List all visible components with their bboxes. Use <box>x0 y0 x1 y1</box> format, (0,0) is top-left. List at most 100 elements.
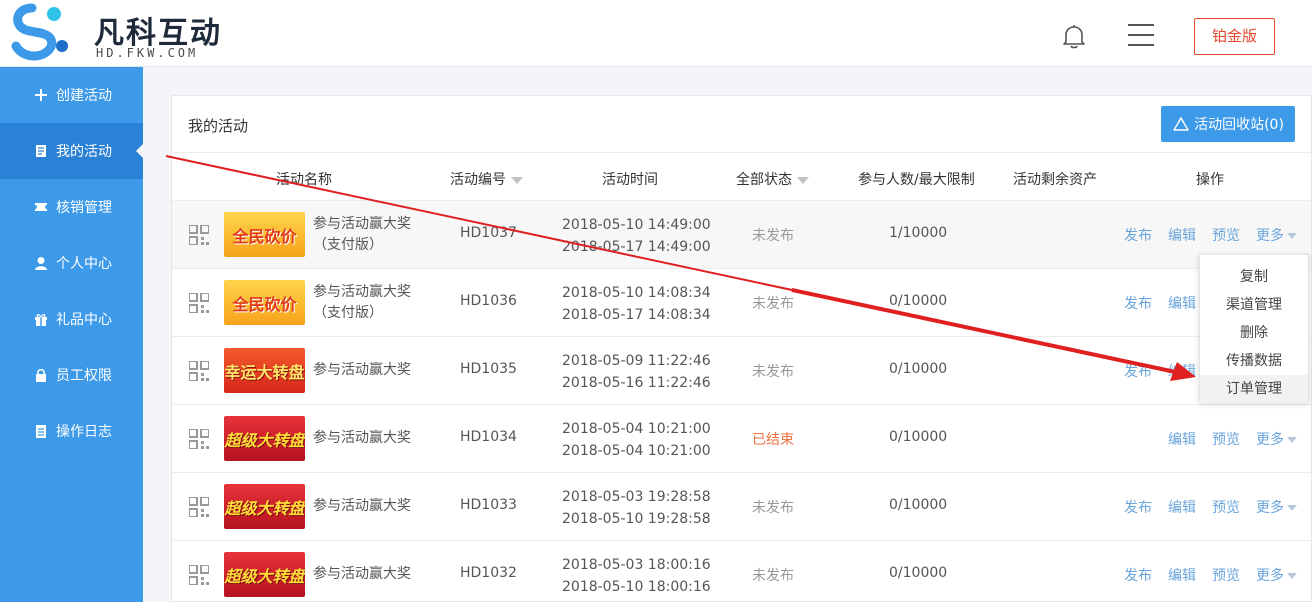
activity-name[interactable]: 参与活动赢大奖 <box>313 496 411 517</box>
publish-link[interactable]: 发布 <box>1124 293 1152 313</box>
table-row: 幸运大转盘 参与活动赢大奖 HD1035 2018-05-09 11:22:46… <box>172 337 1311 405</box>
more-link[interactable]: 更多 <box>1256 429 1297 449</box>
edit-link[interactable]: 编辑 <box>1168 225 1196 245</box>
activity-time: 2018-05-03 18:00:16 2018-05-10 18:00:16 <box>562 554 711 598</box>
activity-time: 2018-05-03 19:28:58 2018-05-10 19:28:58 <box>562 486 711 530</box>
activity-name-line1: 参与活动赢大奖 <box>313 566 411 582</box>
activity-thumbnail[interactable]: 超级大转盘 <box>224 484 305 529</box>
participant-count: 0/10000 <box>889 293 948 309</box>
activity-number: HD1036 <box>460 293 517 309</box>
activity-thumbnail[interactable]: 全民砍价 <box>224 212 305 257</box>
qr-code-icon[interactable] <box>189 565 209 585</box>
sidebar-item-operation-log[interactable]: 操作日志 <box>0 403 143 459</box>
status-badge: 未发布 <box>752 364 794 380</box>
status-badge: 未发布 <box>752 500 794 516</box>
table-row: 超级大转盘 参与活动赢大奖 HD1033 2018-05-03 19:28:58… <box>172 473 1311 541</box>
gift-icon <box>34 312 48 326</box>
bell-icon[interactable] <box>1060 22 1088 50</box>
more-dropdown-menu: 复制 渠道管理 删除 传播数据 订单管理 <box>1199 254 1309 403</box>
start-time: 2018-05-03 18:00:16 <box>562 557 711 573</box>
end-time: 2018-05-17 14:08:34 <box>562 307 711 323</box>
qr-code-icon[interactable] <box>189 361 209 381</box>
end-time: 2018-05-17 14:49:00 <box>562 239 711 255</box>
start-time: 2018-05-09 11:22:46 <box>562 353 711 369</box>
activity-time: 2018-05-10 14:49:00 2018-05-17 14:49:00 <box>562 214 711 258</box>
participant-count: 1/10000 <box>889 225 948 241</box>
activity-name[interactable]: 参与活动赢大奖 （支付版） <box>313 282 411 324</box>
sidebar-item-staff-permissions[interactable]: 员工权限 <box>0 347 143 403</box>
chevron-down-icon <box>1287 437 1297 443</box>
sidebar-item-label: 核销管理 <box>56 200 112 216</box>
publish-link[interactable]: 发布 <box>1124 361 1152 381</box>
preview-link[interactable]: 预览 <box>1212 225 1240 245</box>
preview-link[interactable]: 预览 <box>1212 565 1240 585</box>
activity-name[interactable]: 参与活动赢大奖 <box>313 360 411 381</box>
qr-code-icon[interactable] <box>189 429 209 449</box>
more-link[interactable]: 更多 <box>1256 497 1297 517</box>
participant-count: 0/10000 <box>889 429 948 445</box>
edit-link[interactable]: 编辑 <box>1168 497 1196 517</box>
logo[interactable]: 凡科互动 HD.FKW.COM <box>10 2 230 62</box>
chevron-down-icon <box>1287 573 1297 579</box>
sidebar-item-verification[interactable]: 核销管理 <box>0 179 143 235</box>
qr-code-icon[interactable] <box>189 293 209 313</box>
activity-time: 2018-05-04 10:21:00 2018-05-04 10:21:00 <box>562 418 711 462</box>
more-link[interactable]: 更多 <box>1256 565 1297 585</box>
sidebar-item-gifts[interactable]: 礼品中心 <box>0 291 143 347</box>
activity-number: HD1032 <box>460 565 517 581</box>
platinum-plan-button[interactable]: 铂金版 <box>1194 18 1275 55</box>
page-title: 我的活动 <box>188 117 249 135</box>
log-icon <box>34 424 48 438</box>
menu-item-copy[interactable]: 复制 <box>1200 263 1308 291</box>
menu-item-order-management[interactable]: 订单管理 <box>1200 375 1308 403</box>
publish-link[interactable]: 发布 <box>1124 225 1152 245</box>
status-badge: 未发布 <box>752 296 794 312</box>
publish-link[interactable]: 发布 <box>1124 565 1152 585</box>
status-badge: 已结束 <box>752 432 794 448</box>
qr-code-icon[interactable] <box>189 497 209 517</box>
column-header-name: 活动名称 <box>276 172 332 188</box>
activity-name[interactable]: 参与活动赢大奖 <box>313 564 411 585</box>
menu-icon[interactable] <box>1128 24 1154 46</box>
sidebar-item-my-activities[interactable]: 我的活动 <box>0 123 144 179</box>
menu-item-channel-management[interactable]: 渠道管理 <box>1200 291 1308 319</box>
activity-thumbnail[interactable]: 幸运大转盘 <box>224 348 305 393</box>
more-link[interactable]: 更多 <box>1256 225 1297 245</box>
activity-name-line1: 参与活动赢大奖 <box>313 216 411 232</box>
chevron-down-icon <box>1287 233 1297 239</box>
end-time: 2018-05-16 11:22:46 <box>562 375 711 391</box>
recycle-icon <box>1173 116 1189 131</box>
column-header-status[interactable]: 全部状态 <box>736 169 809 189</box>
sidebar-item-create[interactable]: 创建活动 <box>0 67 143 123</box>
edit-link[interactable]: 编辑 <box>1168 361 1196 381</box>
table-row: 超级大转盘 参与活动赢大奖 HD1032 2018-05-03 18:00:16… <box>172 541 1311 602</box>
preview-link[interactable]: 预览 <box>1212 497 1240 517</box>
participant-count: 0/10000 <box>889 497 948 513</box>
activity-thumbnail[interactable]: 超级大转盘 <box>224 416 305 461</box>
recycle-bin-label: 活动回收站(0) <box>1194 117 1284 133</box>
activity-name-line2: （支付版） <box>313 305 383 321</box>
more-label: 更多 <box>1256 568 1284 584</box>
activity-number: HD1037 <box>460 225 517 241</box>
sidebar-item-label: 我的活动 <box>56 144 112 160</box>
edit-link[interactable]: 编辑 <box>1168 293 1196 313</box>
activity-name[interactable]: 参与活动赢大奖 <box>313 428 411 449</box>
menu-item-delete[interactable]: 删除 <box>1200 319 1308 347</box>
sidebar-item-label: 员工权限 <box>56 368 112 384</box>
preview-link[interactable]: 预览 <box>1212 429 1240 449</box>
status-badge: 未发布 <box>752 228 794 244</box>
recycle-bin-button[interactable]: 活动回收站(0) <box>1161 106 1295 142</box>
edit-link[interactable]: 编辑 <box>1168 429 1196 449</box>
table-row: 超级大转盘 参与活动赢大奖 HD1034 2018-05-04 10:21:00… <box>172 405 1311 473</box>
activity-name[interactable]: 参与活动赢大奖 （支付版） <box>313 214 411 256</box>
end-time: 2018-05-10 19:28:58 <box>562 511 711 527</box>
column-header-number[interactable]: 活动编号 <box>450 169 523 189</box>
edit-link[interactable]: 编辑 <box>1168 565 1196 585</box>
activity-thumbnail[interactable]: 超级大转盘 <box>224 552 305 597</box>
publish-link[interactable]: 发布 <box>1124 497 1152 517</box>
sidebar-item-profile[interactable]: 个人中心 <box>0 235 143 291</box>
activity-time: 2018-05-10 14:08:34 2018-05-17 14:08:34 <box>562 282 711 326</box>
activity-thumbnail[interactable]: 全民砍价 <box>224 280 305 325</box>
qr-code-icon[interactable] <box>189 225 209 245</box>
menu-item-spread-data[interactable]: 传播数据 <box>1200 347 1308 375</box>
